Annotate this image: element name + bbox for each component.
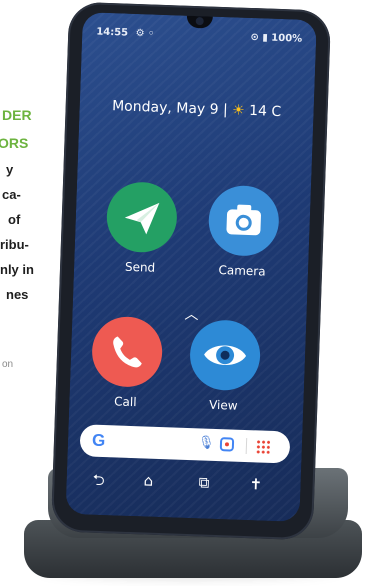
- headline-line-2: ORS: [0, 135, 29, 151]
- date-text: Monday, May 9 |: [111, 98, 228, 119]
- recents-icon[interactable]: ⧉: [198, 473, 209, 491]
- body-line-5: nly in: [0, 262, 34, 277]
- microphone-icon[interactable]: 🎙: [198, 435, 215, 451]
- body-line-4: ribu-: [0, 237, 29, 252]
- date-weather-widget[interactable]: Monday, May 9 | ☀ 14 C: [79, 97, 313, 121]
- sun-icon: ☀: [231, 102, 245, 119]
- call-app[interactable]: Call: [85, 315, 168, 410]
- view-label: View: [208, 397, 238, 413]
- front-camera-notch: [186, 13, 213, 29]
- send-app-circle[interactable]: [105, 181, 179, 254]
- body-line-1: y: [6, 162, 14, 177]
- send-app[interactable]: Send: [100, 181, 183, 276]
- assistance-icon[interactable]: ✝: [249, 475, 262, 493]
- phone-handset-icon: [113, 336, 142, 368]
- search-bar-divider: [245, 438, 248, 455]
- eye-icon: [204, 345, 247, 365]
- call-label: Call: [113, 394, 137, 410]
- status-bar-right: ⊙ ▮ 100%: [250, 31, 303, 45]
- call-app-circle[interactable]: [90, 315, 164, 389]
- weather-text: 14 C: [248, 102, 282, 121]
- caption-fragment: on: [2, 359, 14, 370]
- navigation-bar: ⮌ ⌂ ⧉ ✝: [66, 469, 301, 501]
- camera-app-circle[interactable]: [207, 184, 280, 258]
- body-line-2: ca-: [2, 187, 21, 202]
- paper-plane-icon: [124, 202, 160, 235]
- google-lens-icon[interactable]: [219, 437, 235, 452]
- phone-screen: 14:55 ⚙ ◦ ⊙ ▮ 100% Monday, May 9 | ☀ 14 …: [65, 12, 317, 522]
- back-icon[interactable]: ⮌: [92, 470, 105, 495]
- app-grid-icon[interactable]: [255, 439, 271, 454]
- headline-line-1: DER: [2, 107, 32, 123]
- view-app[interactable]: View: [183, 319, 266, 414]
- camera-app[interactable]: Camera: [202, 184, 285, 279]
- body-line-3: of: [8, 212, 21, 227]
- smartphone: 14:55 ⚙ ◦ ⊙ ▮ 100% Monday, May 9 | ☀ 14 …: [50, 1, 332, 541]
- status-bar-left: 14:55 ⚙ ◦: [96, 27, 155, 40]
- camera-label: Camera: [218, 262, 266, 279]
- send-label: Send: [124, 259, 156, 275]
- google-search-bar[interactable]: G 🎙: [79, 424, 291, 464]
- body-line-6: nes: [6, 287, 29, 302]
- status-icons-left: ⚙ ◦: [135, 27, 155, 40]
- home-icon[interactable]: ⌂: [143, 471, 153, 489]
- google-g-logo: G: [91, 430, 106, 451]
- status-time: 14:55: [96, 26, 129, 39]
- camera-icon: [226, 204, 261, 236]
- view-app-circle[interactable]: [188, 319, 262, 392]
